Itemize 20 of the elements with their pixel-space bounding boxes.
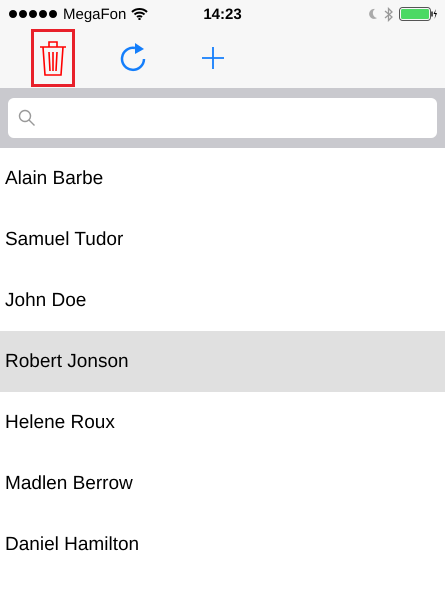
search-icon <box>18 109 36 127</box>
carrier-name: MegaFon <box>63 6 126 22</box>
trash-icon <box>38 39 68 77</box>
delete-button[interactable] <box>31 29 75 87</box>
bluetooth-icon <box>384 6 393 22</box>
add-icon <box>201 46 225 70</box>
list-item[interactable]: Daniel Hamilton <box>0 514 445 575</box>
search-field[interactable] <box>8 98 437 138</box>
signal-icon <box>8 9 58 19</box>
refresh-icon <box>118 43 148 73</box>
list-item[interactable]: Alain Barbe <box>0 148 445 209</box>
list-item[interactable]: Samuel Tudor <box>0 209 445 270</box>
list-item[interactable]: John Doe <box>0 270 445 331</box>
clock-time: 14:23 <box>202 6 243 22</box>
list-item[interactable]: Madlen Berrow <box>0 453 445 514</box>
list-item[interactable]: Robert Jonson <box>0 331 445 392</box>
list-item[interactable]: Helene Roux <box>0 392 445 453</box>
wifi-icon <box>131 8 148 20</box>
battery-icon <box>399 7 437 21</box>
moon-icon <box>368 8 378 20</box>
